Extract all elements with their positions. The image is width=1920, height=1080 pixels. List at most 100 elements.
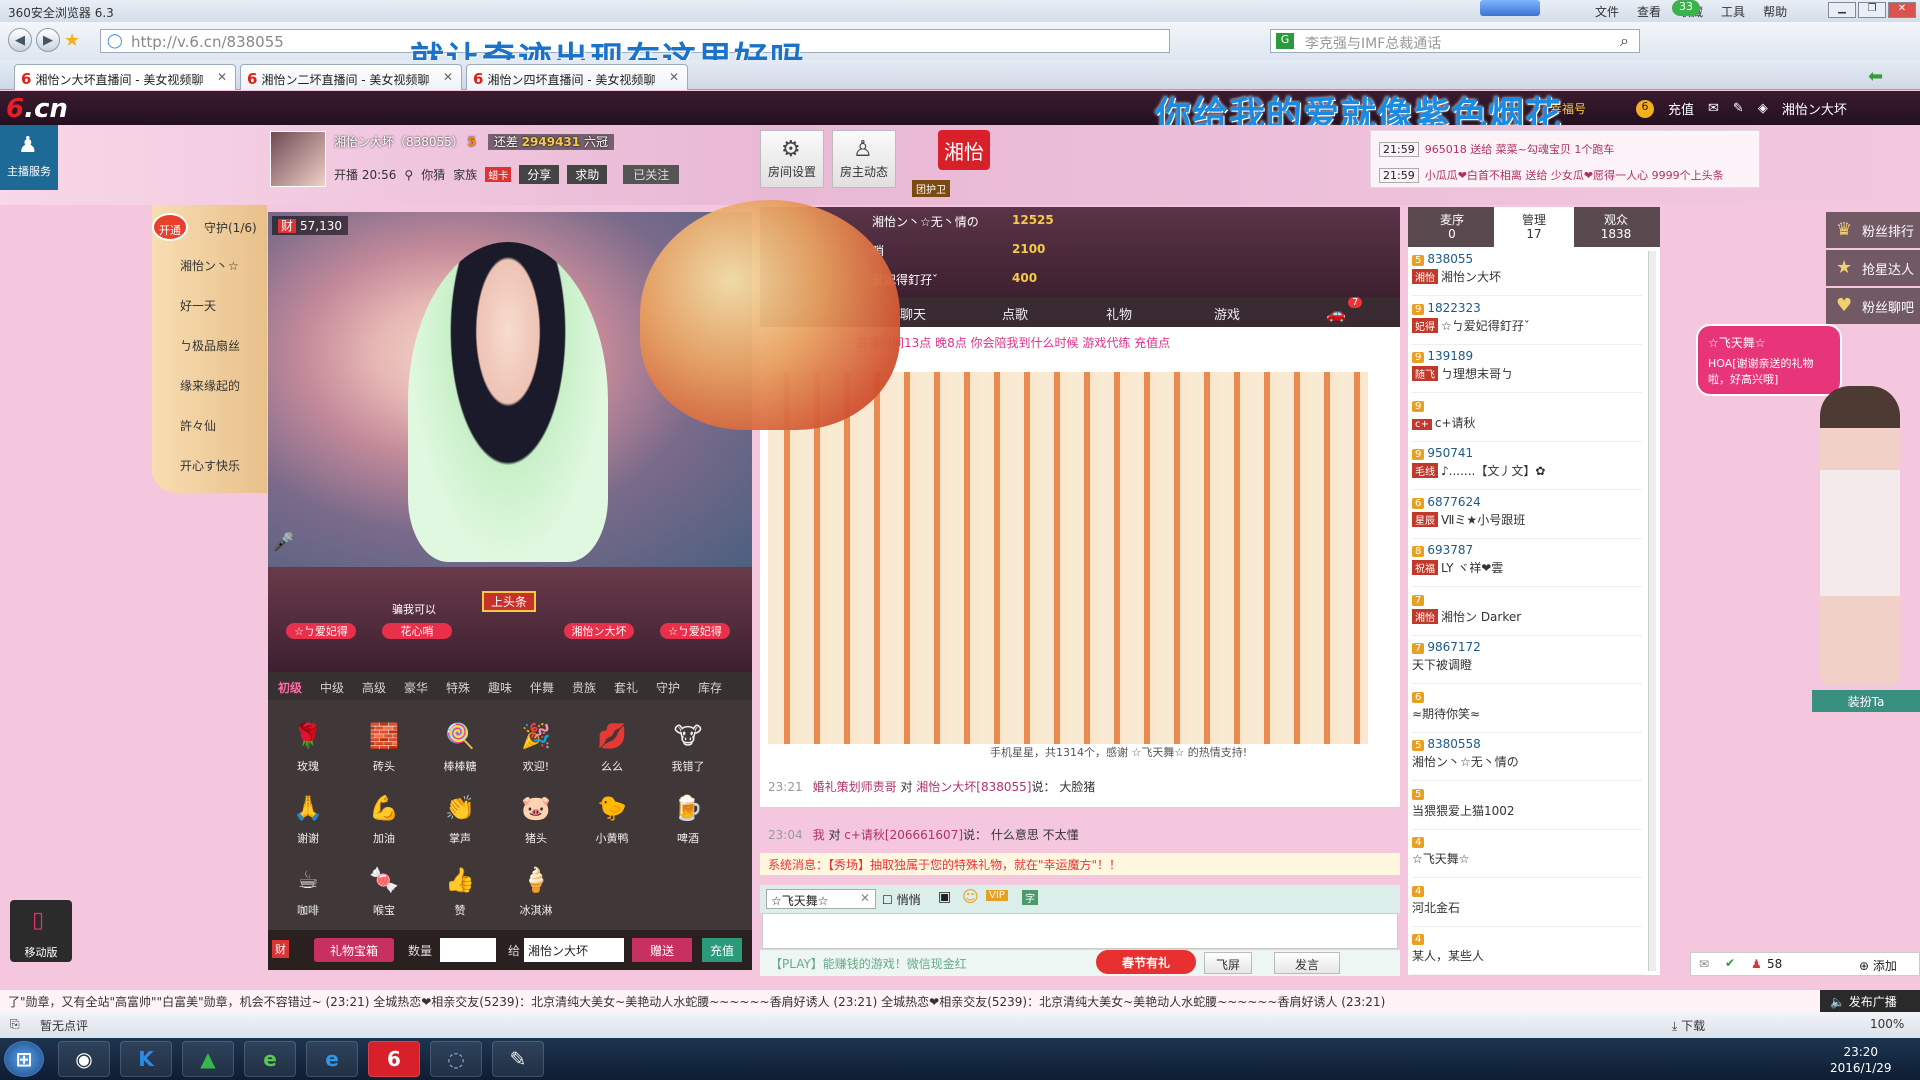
user-list-item[interactable]: 8 693787 祝福 LY ヾ祥❤雲 — [1412, 543, 1642, 587]
star-catcher-button[interactable]: ★ 抢星达人 — [1826, 250, 1920, 286]
search-icon[interactable]: ⌕ — [1620, 31, 1629, 51]
host-avatar[interactable] — [270, 131, 326, 187]
user-list-item[interactable]: 6 6877624 星辰 Ⅶミ★小号跟班 — [1412, 495, 1642, 539]
chat-target[interactable]: c+请秋[206661607] — [844, 828, 963, 842]
chat-target[interactable]: 湘怡ン大坏[838055] — [916, 780, 1031, 794]
system-clock[interactable]: 23:20 2016/1/29 — [1830, 1044, 1892, 1076]
tab-close-icon[interactable]: ✕ — [669, 70, 679, 84]
user-list-item[interactable]: 5 当猥猥爱上猫1002 — [1412, 786, 1642, 830]
back-icon[interactable]: ◀ — [8, 28, 32, 52]
ie-icon[interactable]: e — [306, 1041, 358, 1077]
gift-item[interactable]: 🐮 我错了 — [658, 718, 718, 774]
quantity-input[interactable] — [440, 938, 496, 962]
tab-1[interactable]: 6 湘怡ン大坏直播间 - 美女视频聊 ✕ — [14, 64, 236, 90]
gift-tab[interactable]: 特殊 — [446, 679, 470, 696]
gift-target-select[interactable]: 湘怡ン大坏 — [524, 938, 624, 962]
ad-text[interactable]: 【PLAY】能赚钱的游戏！微信现金红 — [770, 955, 967, 972]
clear-target-icon[interactable]: ✕ — [860, 891, 870, 905]
guard-item[interactable]: 开心す快乐 — [180, 457, 240, 474]
mail-icon[interactable]: ✉ — [1699, 957, 1709, 971]
share-button[interactable]: 分享 — [519, 165, 560, 184]
chat-user[interactable]: 婚礼策划师责哥 — [813, 780, 897, 794]
tab-gifts[interactable]: 礼物 — [1106, 304, 1132, 323]
gift-tab[interactable]: 趣味 — [488, 679, 512, 696]
user-list-item[interactable]: 9 1822323 妃得 ☆ㄅ爱妃得釘孖ˇ — [1412, 301, 1642, 345]
gift-tab[interactable]: 高级 — [362, 679, 386, 696]
user-list-item[interactable]: 9 c+ c+请秋 — [1412, 398, 1642, 442]
six-cn-icon[interactable]: 6 — [368, 1041, 420, 1077]
tab-2[interactable]: 6 湘怡ン二坏直播间 - 美女视频聊 ✕ — [240, 64, 462, 90]
taskbar-app-icon[interactable]: ✎ — [492, 1041, 544, 1077]
user-list-item[interactable]: 9 950741 毛线 ♪.......【文丿文】✿ — [1412, 446, 1642, 490]
tab-admins[interactable]: 管理 17 — [1494, 207, 1574, 247]
mail-icon[interactable]: ✉ — [1708, 101, 1719, 116]
tab-games[interactable]: 游戏 — [1214, 304, 1240, 323]
user-list-item[interactable]: 4 ☆飞天舞☆ — [1412, 834, 1642, 878]
system-message[interactable]: 系统消息：【秀场】抽取独属于您的特殊礼物，就在"幸运魔方"！！ — [760, 853, 1400, 875]
user-list-item[interactable]: 5 8380558 湘怡ン丶☆无丶情の — [1412, 737, 1642, 781]
site-logo[interactable]: 6.cn — [6, 94, 68, 124]
menu-file[interactable]: 文件 — [1595, 3, 1619, 20]
headline-button[interactable]: 上头条 — [482, 591, 536, 612]
help-button[interactable]: 求助 — [567, 165, 608, 184]
seat-2[interactable]: 花心哨 — [382, 623, 452, 639]
host-service-button[interactable]: ♟ 主播服务 — [0, 125, 58, 190]
recharge-button[interactable]: 充值 — [702, 938, 742, 962]
image-icon[interactable]: ▣ — [938, 889, 951, 905]
family-tag[interactable]: 蜡卡 — [485, 167, 512, 182]
guard-item[interactable]: 許々仙 — [180, 417, 216, 434]
emoji-icon[interactable]: ☺ — [962, 887, 979, 906]
user-list-item[interactable]: 7 9867172 天下被调瞪 — [1412, 640, 1642, 684]
publish-broadcast-button[interactable]: 🔈 发布广播 — [1820, 990, 1920, 1012]
send-message-button[interactable]: 发言 — [1274, 952, 1340, 974]
mobile-version-button[interactable]: ▯ 移动版 — [10, 900, 72, 962]
gift-tab[interactable]: 豪华 — [404, 679, 428, 696]
avatar-doll[interactable] — [1820, 386, 1900, 686]
gift-item[interactable]: 💪 加油 — [354, 790, 414, 846]
spring-gift-button[interactable]: 春节有礼 — [1096, 950, 1196, 974]
minimize-icon[interactable]: ▁ — [1828, 2, 1856, 18]
tab-close-icon[interactable]: ✕ — [217, 70, 227, 84]
gift-item[interactable]: 💋 么么 — [582, 718, 642, 774]
guard-item[interactable]: 缘来缘起的 — [180, 377, 240, 394]
status-comment[interactable]: 暂无点评 — [40, 1017, 88, 1034]
notification-badge[interactable]: 33 — [1672, 0, 1700, 16]
broadcast-marquee[interactable]: 了"勋章，又有全站"高富帅""白富美"勋章，机会不容错过~ (23:21) 全城… — [0, 990, 1920, 1012]
taskbar-app-icon[interactable]: ◉ — [58, 1041, 110, 1077]
gift-item[interactable]: 🐤 小黄鸭 — [582, 790, 642, 846]
gift-box-button[interactable]: 礼物宝箱 — [314, 938, 394, 962]
gift-tab[interactable]: 库存 — [698, 679, 722, 696]
add-button[interactable]: ⊕ 添加 — [1859, 957, 1897, 974]
seat-1[interactable]: ☆ㄅ爱妃得 — [286, 623, 356, 639]
seat-4[interactable]: ☆ㄅ爱妃得 — [660, 623, 730, 639]
tab-3[interactable]: 6 湘怡ン四坏直播间 - 美女视频聊 ✕ — [466, 64, 688, 90]
tab-audience[interactable]: 观众 1838 — [1576, 207, 1656, 247]
gift-tab[interactable]: 套礼 — [614, 679, 638, 696]
gift-item[interactable]: 👍 赞 — [430, 862, 490, 918]
current-user[interactable]: 湘怡ン大坏 — [1782, 99, 1847, 118]
gift-tab[interactable]: 守护 — [656, 679, 680, 696]
gift-tab[interactable]: 中级 — [320, 679, 344, 696]
start-button[interactable]: ⊞ — [4, 1041, 44, 1077]
taskbar-app-icon[interactable]: K — [120, 1041, 172, 1077]
user-list-item[interactable]: 7 湘怡 湘怡ン Darker — [1412, 592, 1642, 636]
gift-item[interactable]: 🌹 玫瑰 — [278, 718, 338, 774]
menu-view[interactable]: 查看 — [1637, 3, 1661, 20]
sticker-icon[interactable]: 字 — [1022, 890, 1038, 905]
search-input[interactable]: 李克强与IMF总裁通话 — [1270, 29, 1640, 53]
taskbar-app-icon[interactable]: e — [244, 1041, 296, 1077]
maximize-icon[interactable]: ❐ — [1858, 2, 1886, 18]
fans-chat-button[interactable]: ♥ 粉丝聊吧 — [1826, 288, 1920, 324]
gift-tab[interactable]: 初级 — [278, 679, 302, 696]
tab-mic-queue[interactable]: 麦序 0 — [1412, 207, 1492, 247]
recharge-link[interactable]: 充值 — [1668, 99, 1694, 118]
menu-tools[interactable]: 工具 — [1721, 3, 1745, 20]
close-icon[interactable]: ✕ — [1888, 2, 1916, 18]
gift-tab[interactable]: 伴舞 — [530, 679, 554, 696]
whisper-checkbox[interactable]: ☐ 悄悄 — [882, 891, 921, 908]
gift-item[interactable]: 👏 掌声 — [430, 790, 490, 846]
gift-item[interactable]: 🎉 欢迎! — [506, 718, 566, 774]
settings-icon[interactable]: ◈ — [1758, 101, 1768, 116]
coin-icon[interactable]: 6 — [1636, 99, 1654, 118]
tab-songs[interactable]: 点歌 — [1002, 304, 1028, 323]
